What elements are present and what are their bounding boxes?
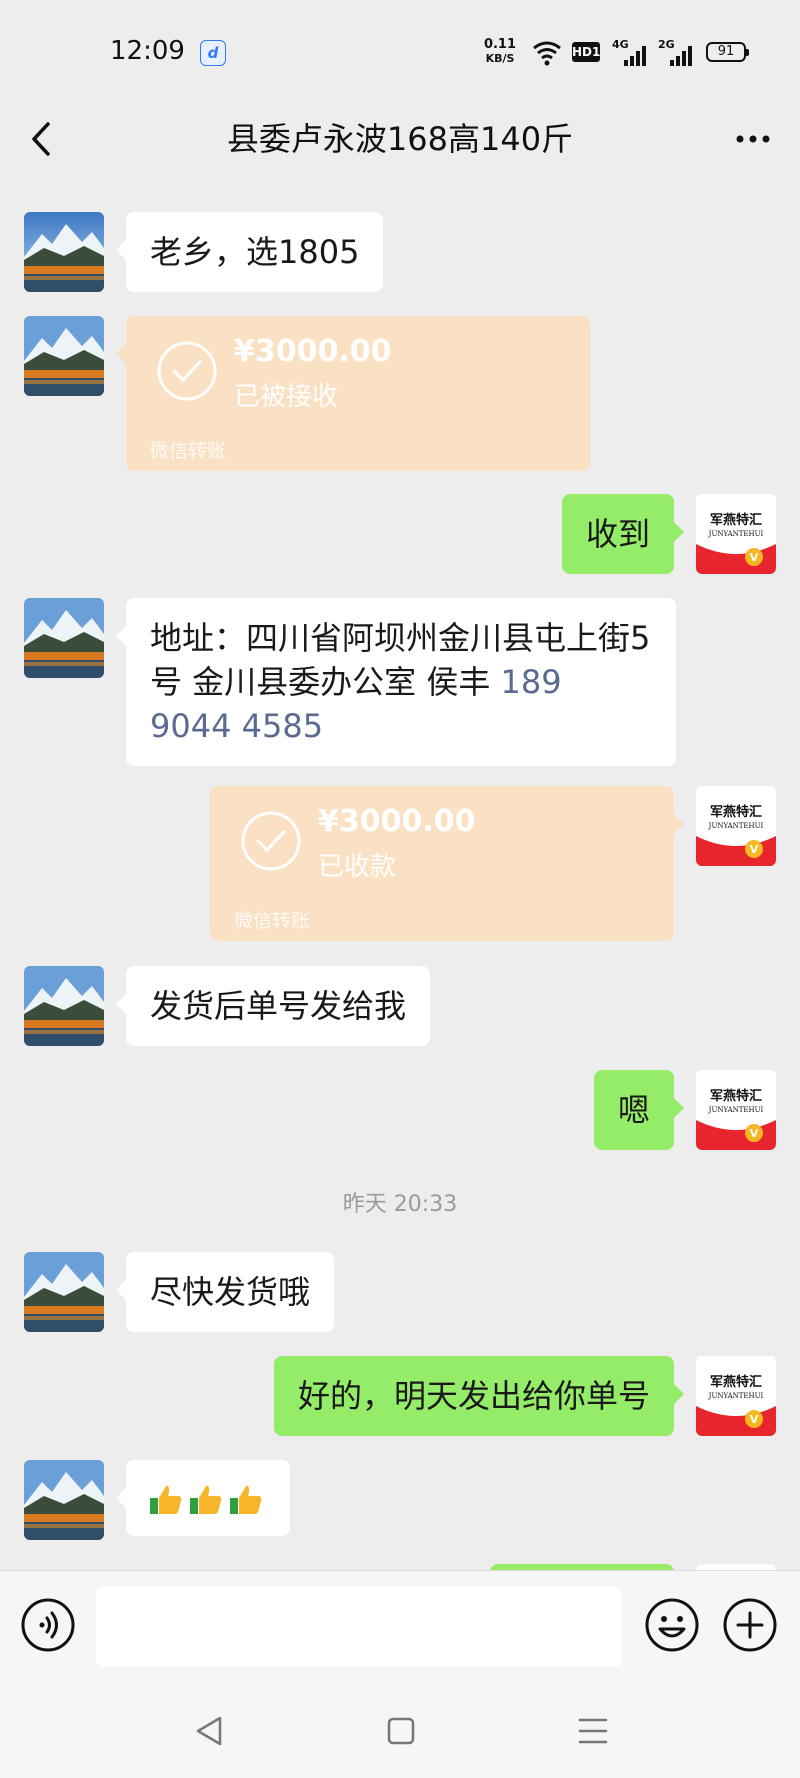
network-speed: 0.11 KB/S xyxy=(483,37,517,66)
svg-text:V: V xyxy=(750,551,759,564)
thumbs-up-icon xyxy=(230,1485,262,1514)
contact-avatar[interactable] xyxy=(24,598,104,678)
thumbs-up-icon xyxy=(150,1485,182,1514)
voice-input-icon[interactable] xyxy=(20,1597,76,1653)
message-bubble-sent[interactable]: 好的，明天发出给你单号 xyxy=(273,1356,685,1436)
contact-avatar[interactable] xyxy=(24,966,104,1046)
transfer-amount: ¥3000.00 xyxy=(234,334,392,369)
transfer-card-sent[interactable]: ¥3000.00 已收款 微信转账 xyxy=(210,786,684,941)
svg-text:V: V xyxy=(750,1127,759,1140)
input-bar xyxy=(0,1570,800,1690)
transfer-amount: ¥3000.00 xyxy=(318,804,476,839)
contact-avatar[interactable] xyxy=(24,1460,104,1540)
more-options-icon[interactable] xyxy=(728,114,778,164)
svg-text:军燕特汇: 军燕特汇 xyxy=(710,512,762,528)
message-bubble-sent[interactable]: 嗯 xyxy=(593,1070,685,1150)
svg-text:V: V xyxy=(750,843,759,856)
svg-text:军燕特汇: 军燕特汇 xyxy=(710,1088,762,1104)
status-bar: 12:09 d 0.11 KB/S HD1 4G 2G 91 xyxy=(0,0,800,100)
self-avatar[interactable]: 军燕特汇 JUNYANTEHUI V xyxy=(696,1356,776,1436)
message-bubble-received[interactable]: 发货后单号发给我 xyxy=(115,966,431,1046)
message-list: 老乡，选1805 ¥3000.00 已被接收 微信转账 军燕特汇 JUNYANTE… xyxy=(0,180,800,1570)
transfer-source: 微信转账 xyxy=(234,910,311,932)
transfer-card-received[interactable]: ¥3000.00 已被接收 微信转账 xyxy=(116,316,590,471)
self-avatar[interactable]: 军燕特汇 JUNYANTEHUI V xyxy=(696,1070,776,1150)
message-bubble-sent[interactable]: 收到 xyxy=(561,494,685,574)
message-bubble-received[interactable]: 老乡，选1805 xyxy=(115,212,384,292)
signal-2g-icon: 2G xyxy=(658,38,698,68)
transfer-source: 微信转账 xyxy=(150,440,227,462)
chat-title: 县委卢永波168高140斤 xyxy=(226,120,574,158)
svg-text:军燕特汇: 军燕特汇 xyxy=(710,1374,762,1390)
svg-text:JUNYANTEHUI: JUNYANTEHUI xyxy=(708,1106,764,1114)
chat-header: 县委卢永波168高140斤 xyxy=(0,100,800,180)
hd-voice-badge: HD1 xyxy=(572,42,600,62)
signal-4g-icon: 4G xyxy=(612,38,652,68)
time-divider: 昨天 20:33 xyxy=(342,1192,458,1217)
svg-text:JUNYANTEHUI: JUNYANTEHUI xyxy=(708,530,764,538)
check-circle-icon xyxy=(241,811,301,871)
nav-menu-icon[interactable] xyxy=(576,1714,610,1748)
check-circle-icon xyxy=(157,341,217,401)
system-nav-bar xyxy=(0,1690,800,1778)
message-input[interactable] xyxy=(96,1587,622,1667)
plus-icon[interactable] xyxy=(722,1597,778,1653)
emoji-picker-icon[interactable] xyxy=(644,1597,700,1653)
svg-text:JUNYANTEHUI: JUNYANTEHUI xyxy=(708,822,764,830)
message-bubble-received[interactable]: 尽快发货哦 xyxy=(115,1252,335,1332)
message-bubble-address[interactable]: 地址：四川省阿坝州金川县屯上街5号 金川县委办公室 侯丰 189 9044 45… xyxy=(116,598,676,766)
app-notification-icon: d xyxy=(200,40,226,66)
status-time: 12:09 xyxy=(110,36,185,66)
self-avatar[interactable]: 军燕特汇 JUNYANTEHUI V xyxy=(696,494,776,574)
nav-back-icon[interactable] xyxy=(194,1714,224,1748)
back-arrow-icon[interactable] xyxy=(22,114,62,164)
transfer-status: 已收款 xyxy=(318,852,397,882)
contact-avatar[interactable] xyxy=(24,316,104,396)
self-avatar[interactable]: 军燕特汇 JUNYANTEHUI V xyxy=(696,786,776,866)
svg-text:军燕特汇: 军燕特汇 xyxy=(710,804,762,820)
transfer-status: 已被接收 xyxy=(234,382,339,412)
thumbs-up-icon xyxy=(190,1485,222,1514)
battery-icon: 91 xyxy=(706,42,749,62)
svg-text:JUNYANTEHUI: JUNYANTEHUI xyxy=(708,1392,764,1400)
wifi-icon xyxy=(533,41,561,66)
contact-avatar[interactable] xyxy=(24,1252,104,1332)
message-bubble-emoji[interactable] xyxy=(116,1460,290,1536)
nav-home-icon[interactable] xyxy=(386,1714,416,1748)
svg-text:V: V xyxy=(750,1413,759,1426)
contact-avatar[interactable] xyxy=(24,212,104,292)
